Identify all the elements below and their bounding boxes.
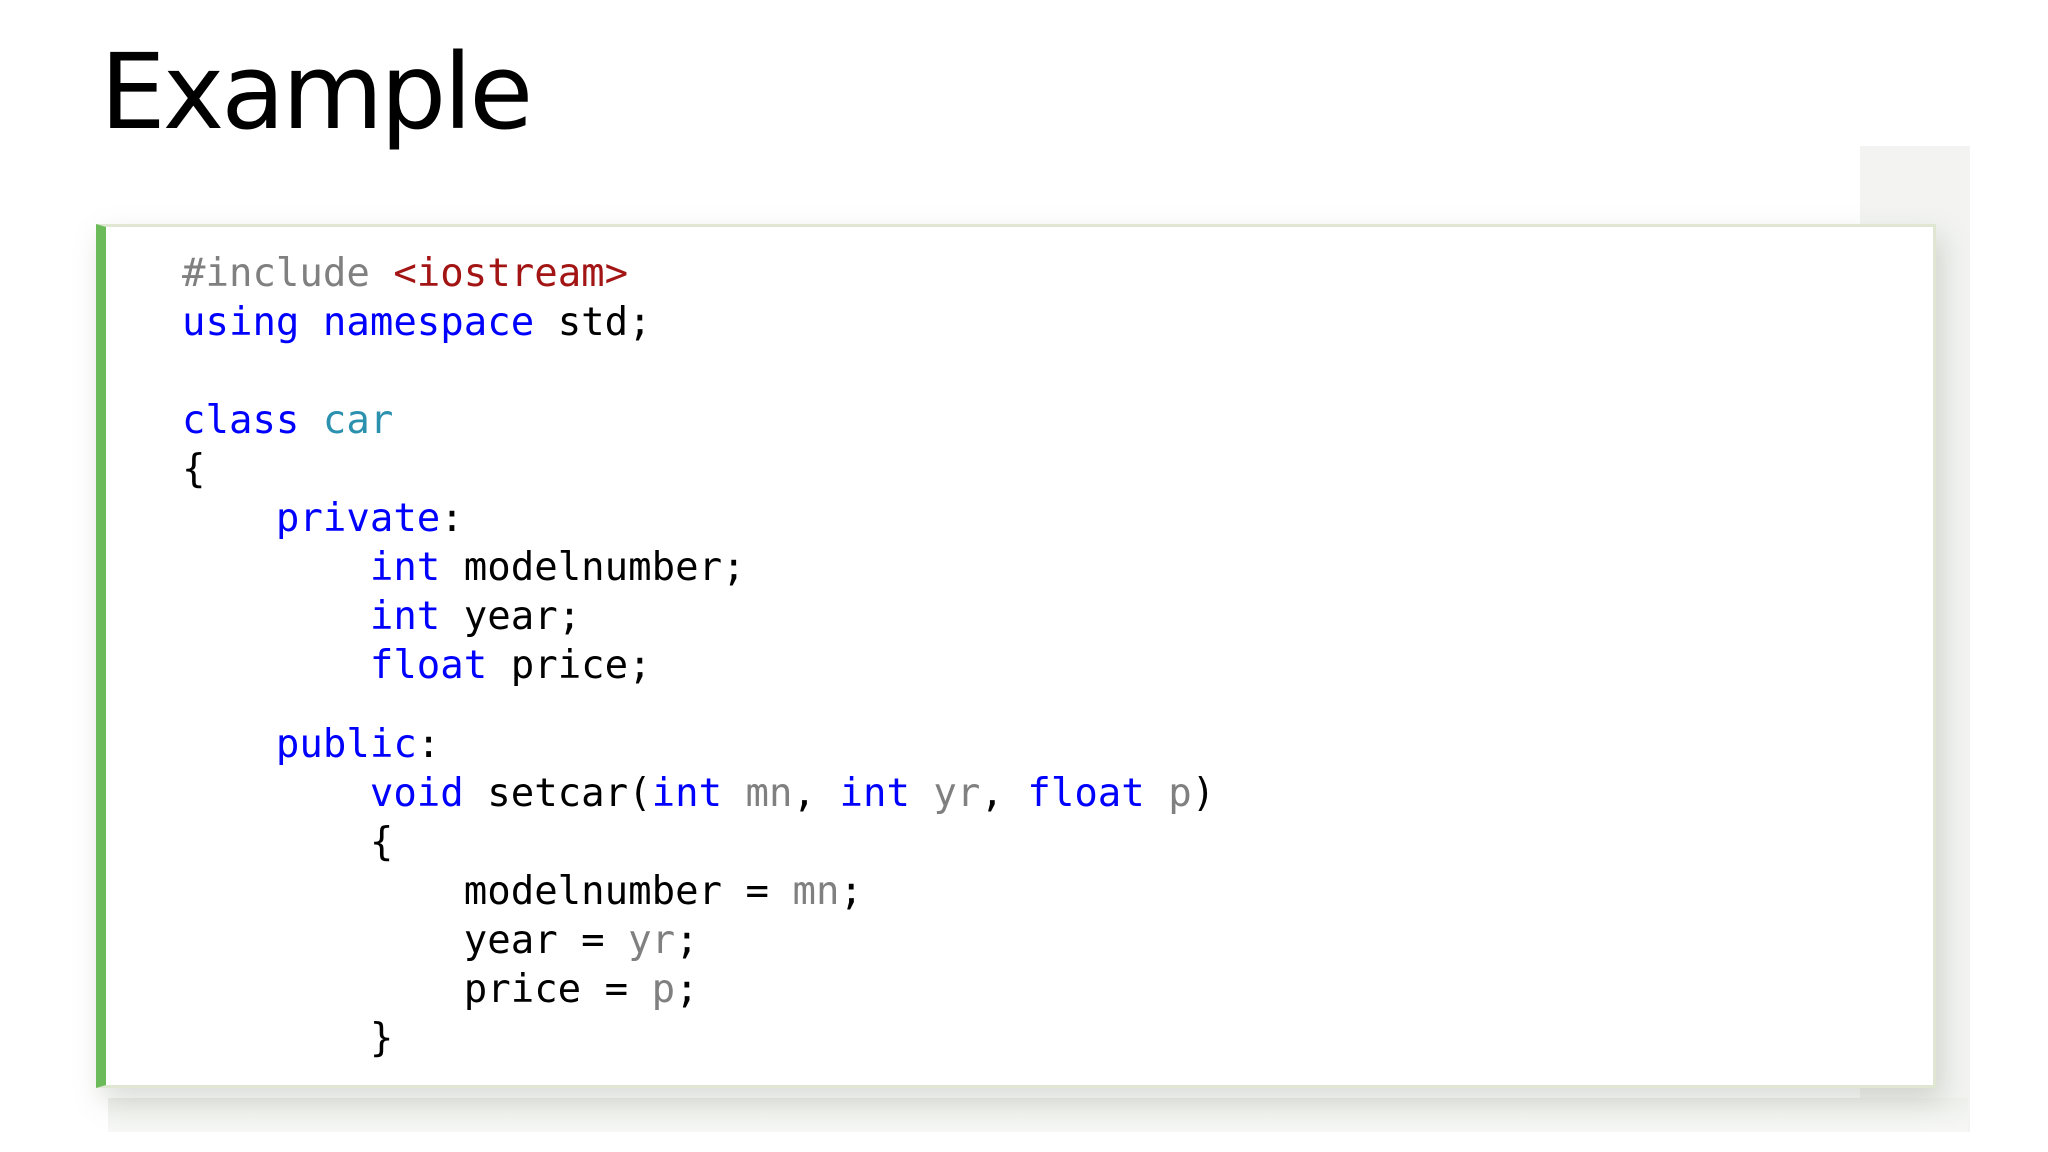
keyword-token: int	[369, 545, 441, 590]
preprocessor-token: #include	[182, 251, 394, 296]
code-line: }	[182, 1014, 1215, 1063]
parameter-token: yr	[933, 771, 981, 816]
code-text-token: ;	[675, 918, 699, 963]
code-line: year = yr;	[182, 916, 1215, 965]
slide-shadow-band	[108, 1098, 1968, 1132]
keyword-token: class	[182, 398, 300, 443]
code-line: using namespace std;	[182, 298, 1215, 347]
slide-title: Example	[100, 31, 533, 153]
keyword-token: float	[1027, 771, 1145, 816]
code-line: #include <iostream>	[182, 249, 1215, 298]
parameter-token: p	[651, 967, 676, 1012]
keyword-token: int	[369, 594, 441, 639]
keyword-token: int	[651, 771, 723, 816]
keyword-token: public	[275, 722, 417, 767]
code-line: price = p;	[182, 965, 1215, 1014]
include-path-token: <iostream>	[393, 251, 629, 296]
keyword-token: namespace	[322, 300, 535, 345]
keyword-token: void	[369, 771, 464, 816]
code-text-token: year;	[440, 594, 582, 639]
code-block: #include <iostream> using namespace std; …	[96, 224, 1936, 1088]
code-text-token: std;	[534, 300, 652, 345]
code-listing: #include <iostream> using namespace std; …	[182, 249, 1215, 1063]
code-line: void setcar(int mn, int yr, float p)	[182, 769, 1215, 818]
code-line: float price;	[182, 641, 1215, 690]
code-line: int modelnumber;	[182, 543, 1215, 592]
parameter-token: mn	[745, 771, 793, 816]
code-line: class car	[182, 396, 1215, 445]
code-text-token: )	[1191, 771, 1216, 816]
code-text-token: :	[440, 496, 464, 541]
code-text-token: ,	[980, 771, 1028, 816]
keyword-token: float	[369, 643, 488, 688]
code-line: {	[182, 818, 1215, 867]
code-line: int year;	[182, 592, 1215, 641]
code-text-token: price =	[182, 967, 652, 1012]
code-line: {	[182, 445, 1215, 494]
code-text-token: ;	[675, 967, 699, 1012]
code-text-token: :	[416, 722, 441, 767]
code-text-token: price;	[487, 643, 652, 688]
parameter-token: p	[1168, 771, 1192, 816]
code-text-token: year =	[182, 918, 629, 963]
parameter-token: mn	[792, 869, 840, 914]
code-text-token: setcar(	[463, 771, 652, 816]
keyword-token: int	[839, 771, 910, 816]
parameter-token: yr	[628, 918, 676, 963]
code-line: private:	[182, 494, 1215, 543]
class-name-token: car	[322, 398, 394, 443]
code-line: public:	[182, 720, 1215, 769]
code-text-token: {	[182, 820, 394, 865]
code-text-token: modelnumber =	[182, 869, 793, 914]
keyword-token: private	[275, 496, 441, 541]
code-line: modelnumber = mn;	[182, 867, 1215, 916]
code-text-token: modelnumber;	[440, 545, 746, 590]
code-text-token: {	[182, 447, 206, 492]
code-text-token: }	[182, 1016, 394, 1061]
code-text-token: ;	[839, 869, 863, 914]
keyword-token: using	[182, 300, 300, 345]
code-text-token: ,	[792, 771, 840, 816]
